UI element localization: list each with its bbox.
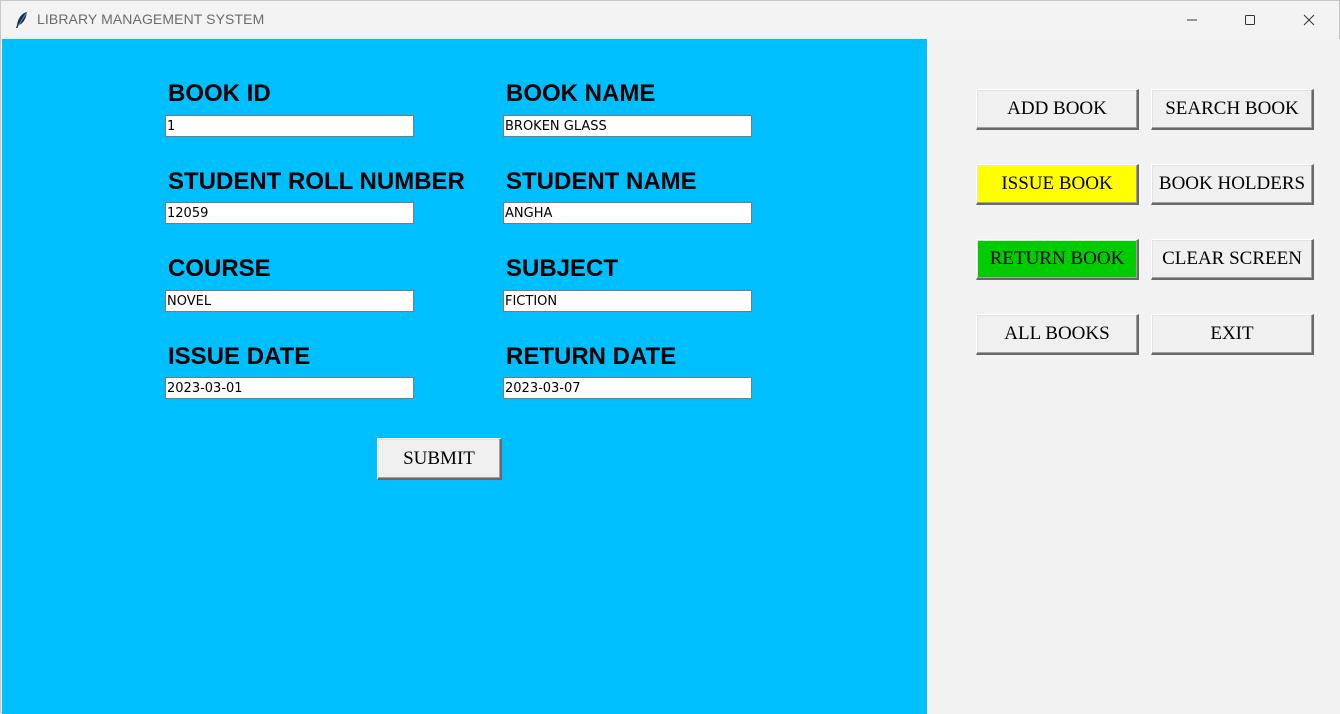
maximize-icon (1244, 14, 1256, 26)
window-title: LIBRARY MANAGEMENT SYSTEM (37, 11, 265, 27)
book-form-panel: BOOK ID BOOK NAME STUDENT ROLL NUMBER ST… (2, 39, 927, 714)
minimize-icon (1186, 14, 1198, 26)
course-label: COURSE (168, 255, 271, 282)
course-field[interactable] (165, 290, 414, 312)
maximize-button[interactable] (1227, 1, 1273, 39)
all-books-button[interactable]: ALL BOOKS (976, 314, 1139, 355)
issue-date-field[interactable] (165, 377, 414, 399)
book-name-field[interactable] (503, 115, 752, 137)
subject-field[interactable] (503, 290, 752, 312)
add-book-button[interactable]: ADD BOOK (976, 89, 1139, 130)
return-date-field[interactable] (503, 377, 752, 399)
submit-button[interactable]: SUBMIT (377, 438, 502, 480)
issue-book-button[interactable]: ISSUE BOOK (976, 164, 1139, 205)
issue-date-label: ISSUE DATE (168, 343, 311, 370)
book-name-label: BOOK NAME (506, 80, 656, 107)
close-button[interactable] (1286, 1, 1332, 39)
exit-button[interactable]: EXIT (1151, 314, 1314, 355)
student-name-field[interactable] (503, 202, 752, 224)
book-holders-button[interactable]: BOOK HOLDERS (1151, 164, 1314, 205)
feather-icon (15, 11, 29, 29)
app-window: LIBRARY MANAGEMENT SYSTEM BOOK ID BOOK N… (0, 0, 1340, 714)
minimize-button[interactable] (1169, 1, 1215, 39)
actions-panel: ADD BOOK SEARCH BOOK ISSUE BOOK BOOK HOL… (927, 39, 1340, 714)
clear-screen-button[interactable]: CLEAR SCREEN (1151, 239, 1314, 280)
return-date-label: RETURN DATE (506, 343, 677, 370)
close-icon (1303, 14, 1315, 26)
student-name-label: STUDENT NAME (506, 168, 697, 195)
return-book-button[interactable]: RETURN BOOK (976, 239, 1139, 280)
student-roll-number-label: STUDENT ROLL NUMBER (168, 168, 465, 195)
student-roll-number-field[interactable] (165, 202, 414, 224)
book-id-field[interactable] (165, 115, 414, 137)
book-id-label: BOOK ID (168, 80, 271, 107)
title-bar[interactable]: LIBRARY MANAGEMENT SYSTEM (1, 1, 1339, 39)
search-book-button[interactable]: SEARCH BOOK (1151, 89, 1314, 130)
subject-label: SUBJECT (506, 255, 619, 282)
